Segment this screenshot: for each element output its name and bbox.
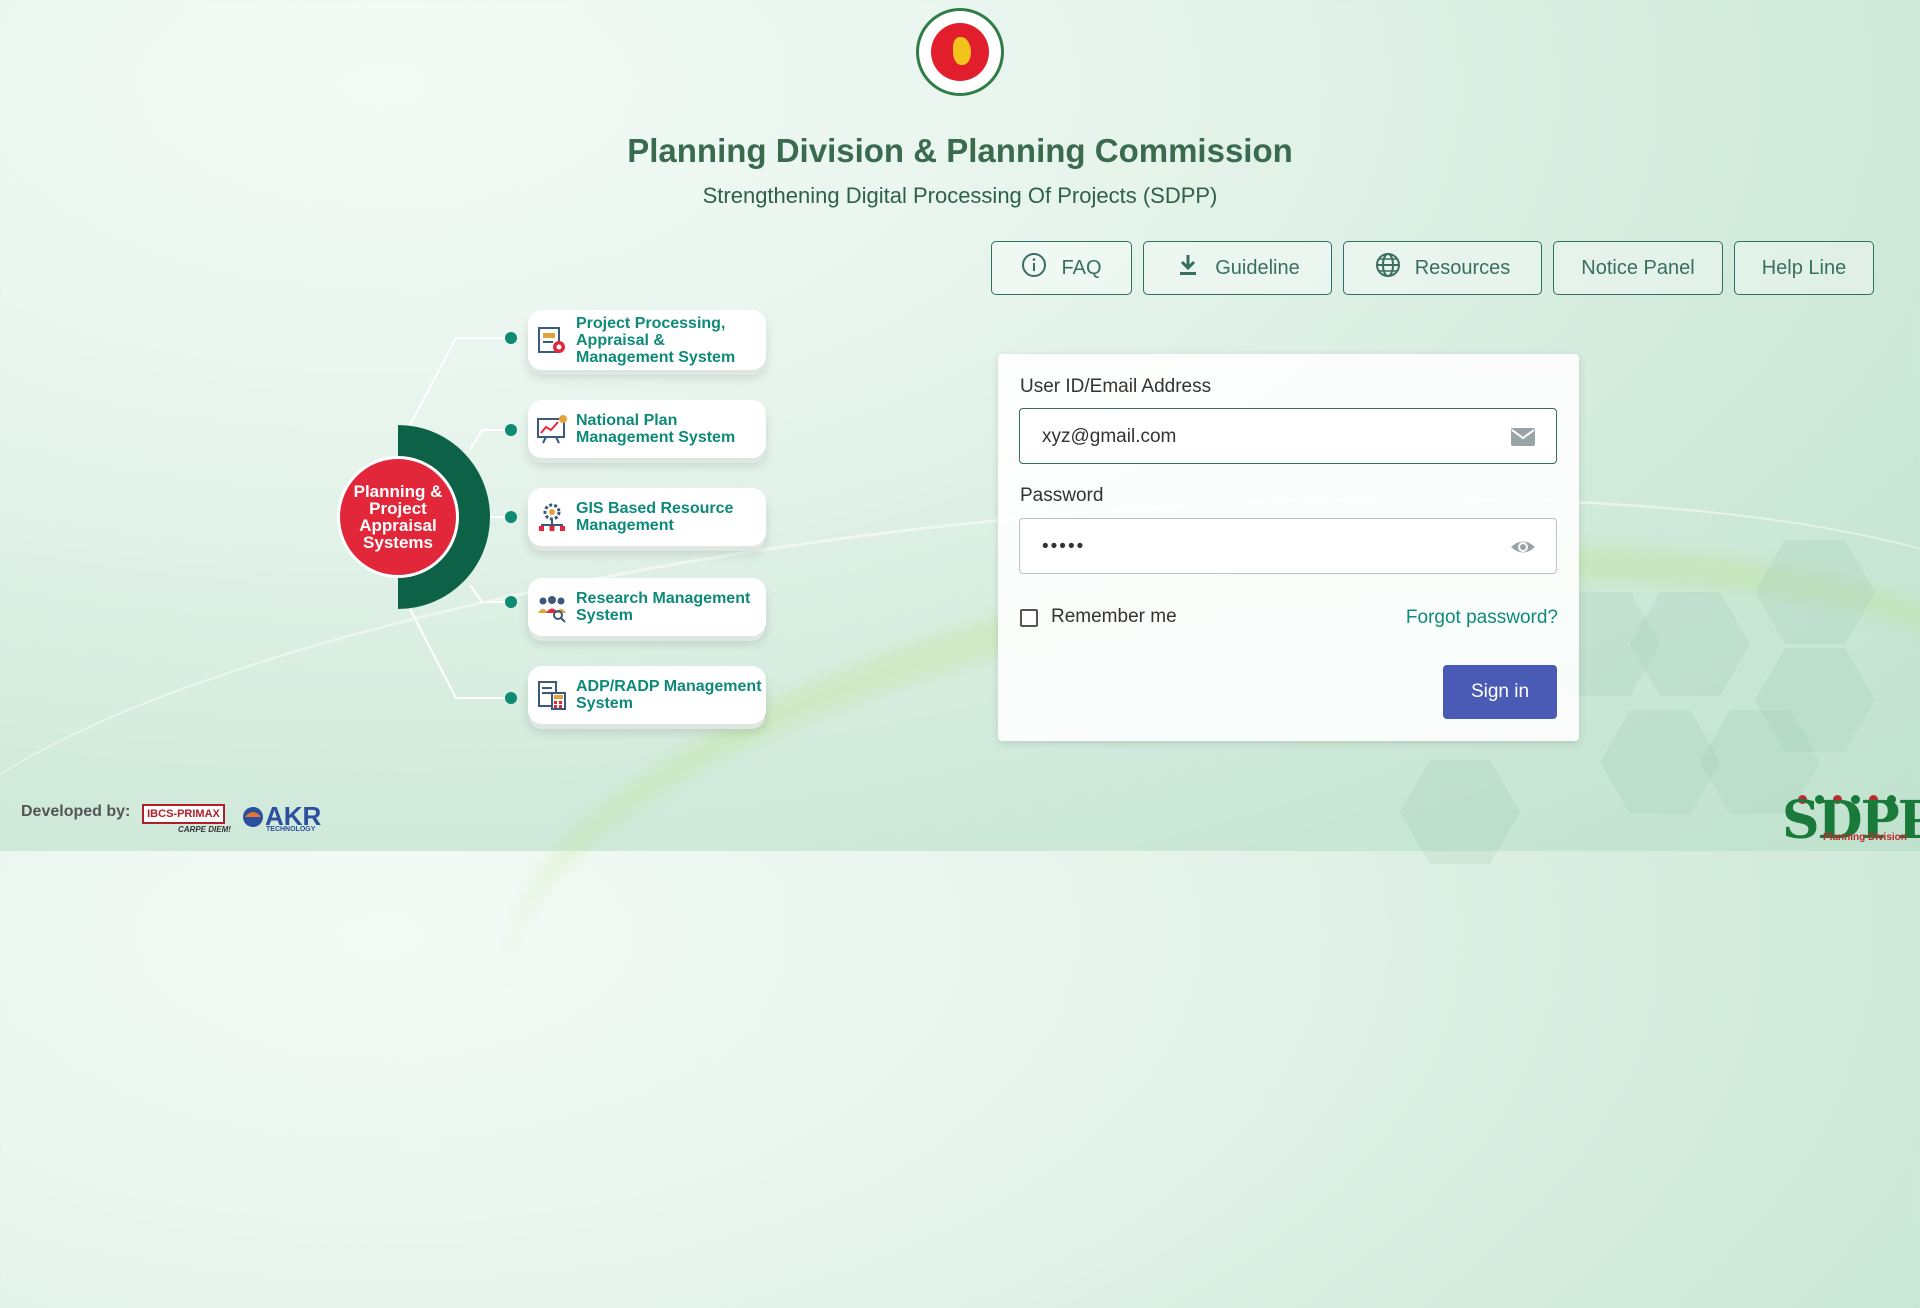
guideline-label: Guideline [1215, 256, 1300, 279]
forgot-password-link[interactable]: Forgot password? [1406, 607, 1558, 629]
resources-button[interactable]: Resources [1343, 241, 1542, 295]
government-emblem [916, 8, 1004, 96]
system-card-label: National Plan Management System [576, 412, 736, 446]
resources-label: Resources [1414, 256, 1511, 279]
mail-icon [1510, 424, 1536, 450]
system-card-adp[interactable]: ADP/RADP Management System [528, 666, 766, 724]
ibcs-primax-tagline: CARPE DIEM! [178, 825, 231, 834]
connector-dot [505, 424, 517, 436]
help-line-label: Help Line [1761, 256, 1847, 279]
akr-logo-subtext: TECHNOLOGY [266, 826, 316, 833]
password-input[interactable] [1040, 519, 1484, 575]
info-icon [1021, 252, 1047, 284]
system-card-label: ADP/RADP Management System [576, 678, 762, 712]
ibcs-primax-logo-text: IBCS-PRIMAX [147, 808, 220, 820]
eye-icon[interactable] [1510, 534, 1536, 560]
document-gear-icon [536, 324, 568, 356]
globe-icon [1375, 252, 1401, 284]
connector-dot [505, 511, 517, 523]
password-field[interactable] [1019, 518, 1557, 575]
calculator-document-icon [536, 679, 568, 711]
chart-board-icon [536, 413, 568, 445]
connector-dot [505, 692, 517, 704]
password-label: Password [1020, 485, 1104, 506]
connector-dot [505, 332, 517, 344]
help-line-button[interactable]: Help Line [1734, 241, 1874, 295]
sign-in-button[interactable]: Sign in [1443, 665, 1557, 719]
ibcs-primax-logo: IBCS-PRIMAX [142, 804, 225, 824]
download-icon [1175, 252, 1201, 284]
faq-label: FAQ [1061, 256, 1102, 279]
remember-me-label[interactable]: Remember me [1051, 606, 1177, 628]
sdpp-logo-subtitle: Planning Division [1823, 832, 1907, 843]
remember-me-checkbox[interactable] [1020, 609, 1038, 627]
faq-button[interactable]: FAQ [991, 241, 1132, 295]
system-card-label: Project Processing, Appraisal & Manageme… [576, 314, 736, 366]
system-card-gis[interactable]: GIS Based Resource Management [528, 488, 766, 546]
user-id-input[interactable] [1040, 409, 1484, 465]
system-card-research[interactable]: Research Management System [528, 578, 766, 636]
people-search-icon [536, 591, 568, 623]
notice-panel-button[interactable]: Notice Panel [1553, 241, 1723, 295]
hub-label: Planning & Project Appraisal Systems [353, 482, 443, 552]
login-form: User ID/Email Address Password Remember … [998, 354, 1579, 741]
hub-circle: Planning & Project Appraisal Systems [340, 459, 456, 575]
system-card-label: GIS Based Resource Management [576, 500, 734, 534]
notice-panel-label: Notice Panel [1581, 256, 1695, 279]
diagram-connectors [409, 337, 510, 699]
system-card-npms[interactable]: National Plan Management System [528, 400, 766, 458]
gear-network-icon [536, 501, 568, 533]
connector-dot [505, 596, 517, 608]
user-id-label: User ID/Email Address [1020, 376, 1212, 397]
developed-by-label: Developed by: [21, 803, 131, 820]
user-id-field[interactable] [1019, 408, 1557, 465]
guideline-button[interactable]: Guideline [1143, 241, 1332, 295]
system-card-ppams[interactable]: Project Processing, Appraisal & Manageme… [528, 310, 766, 370]
system-card-label: Research Management System [576, 590, 751, 624]
